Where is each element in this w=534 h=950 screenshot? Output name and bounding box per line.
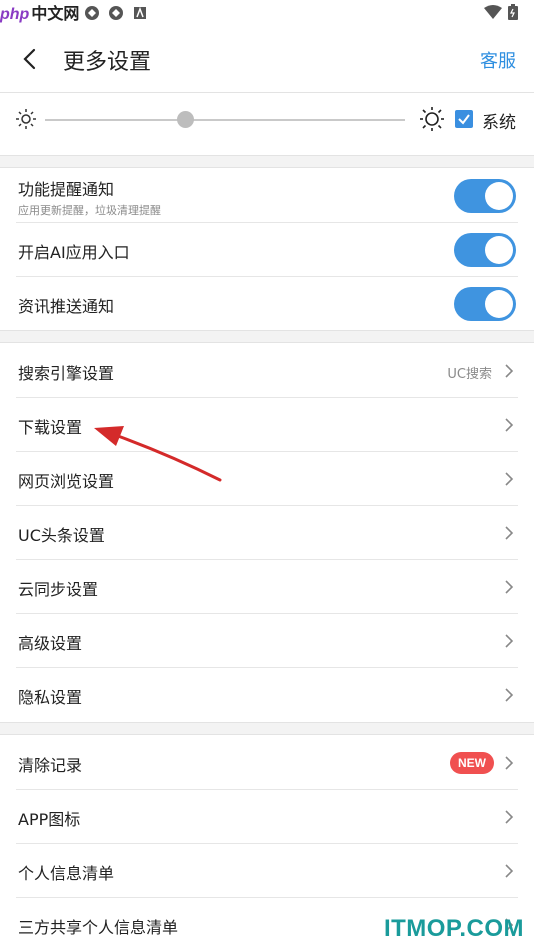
row-label: 开启AI应用入口	[18, 243, 130, 262]
brightness-row: 系统	[0, 93, 534, 155]
chevron-right-icon	[505, 688, 514, 702]
row-label: 下载设置	[18, 418, 83, 437]
row-label: 清除记录	[18, 756, 83, 775]
row-label: 高级设置	[18, 634, 83, 653]
row-search-engine[interactable]: 搜索引擎设置 UC搜索	[0, 344, 534, 398]
row-label: 资讯推送通知	[18, 297, 115, 316]
row-label: UC头条设置	[18, 526, 105, 545]
toggle-knob	[485, 236, 513, 264]
section-gap	[0, 722, 534, 735]
row-cloud-sync[interactable]: 云同步设置	[0, 560, 534, 614]
chevron-right-icon	[505, 810, 514, 824]
chevron-right-icon	[505, 526, 514, 540]
system-brightness-label: 系统	[482, 113, 516, 133]
feature-notify-toggle[interactable]	[454, 179, 516, 213]
brightness-slider-thumb[interactable]	[177, 111, 195, 128]
new-badge: NEW	[450, 752, 494, 774]
a-icon	[134, 6, 146, 19]
toggle-knob	[485, 182, 513, 210]
sync-icon	[85, 6, 99, 20]
header: 更多设置 客服	[0, 26, 534, 92]
row-uc-headlines[interactable]: UC头条设置	[0, 506, 534, 560]
ai-entry-toggle[interactable]	[454, 233, 516, 267]
sync-icon	[109, 6, 123, 20]
row-clear-records[interactable]: 清除记录 NEW	[0, 736, 534, 790]
row-value: UC搜索	[447, 367, 492, 382]
row-browsing[interactable]: 网页浏览设置	[0, 452, 534, 506]
row-download[interactable]: 下载设置	[0, 398, 534, 452]
row-feature-notify[interactable]: 功能提醒通知 应用更新提醒，垃圾清理提醒	[0, 169, 534, 223]
row-label: APP图标	[18, 810, 81, 829]
chevron-right-icon	[505, 580, 514, 594]
row-advanced[interactable]: 高级设置	[0, 614, 534, 668]
chevron-right-icon	[505, 756, 514, 770]
row-privacy[interactable]: 隐私设置	[0, 668, 534, 722]
back-icon[interactable]	[18, 46, 42, 72]
check-icon	[458, 114, 470, 125]
section-gap	[0, 155, 534, 168]
row-label: 网页浏览设置	[18, 472, 115, 491]
brightness-low-icon	[16, 109, 36, 129]
status-icons	[84, 5, 148, 21]
news-push-toggle[interactable]	[454, 287, 516, 321]
row-news-push[interactable]: 资讯推送通知	[0, 277, 534, 331]
row-personal-info[interactable]: 个人信息清单	[0, 844, 534, 898]
php-watermark: php 中文网	[0, 6, 80, 23]
chevron-right-icon	[505, 634, 514, 648]
row-label: 三方共享个人信息清单	[18, 918, 179, 937]
wifi-icon	[484, 5, 502, 19]
customer-service-link[interactable]: 客服	[480, 47, 516, 73]
row-sublabel: 应用更新提醒，垃圾清理提醒	[18, 204, 161, 217]
system-brightness-checkbox[interactable]	[455, 110, 473, 128]
row-app-icon[interactable]: APP图标	[0, 790, 534, 844]
toggle-knob	[485, 290, 513, 318]
battery-icon	[508, 4, 518, 20]
chevron-right-icon	[505, 418, 514, 432]
chevron-right-icon	[505, 472, 514, 486]
brightness-high-icon	[420, 107, 444, 131]
chevron-right-icon	[505, 364, 514, 378]
row-label: 功能提醒通知	[18, 180, 115, 199]
status-right	[484, 4, 518, 20]
row-label: 个人信息清单	[18, 864, 115, 883]
section-gap	[0, 330, 534, 343]
row-label: 搜索引擎设置	[18, 364, 115, 383]
page-title: 更多设置	[63, 50, 152, 75]
itmop-watermark: ITMOP.COM	[383, 915, 524, 942]
brightness-slider-track[interactable]	[45, 119, 405, 121]
row-label: 云同步设置	[18, 580, 99, 599]
status-bar: php 中文网	[0, 0, 534, 26]
chevron-right-icon	[505, 864, 514, 878]
row-label: 隐私设置	[18, 688, 83, 707]
row-ai-entry[interactable]: 开启AI应用入口	[0, 223, 534, 277]
